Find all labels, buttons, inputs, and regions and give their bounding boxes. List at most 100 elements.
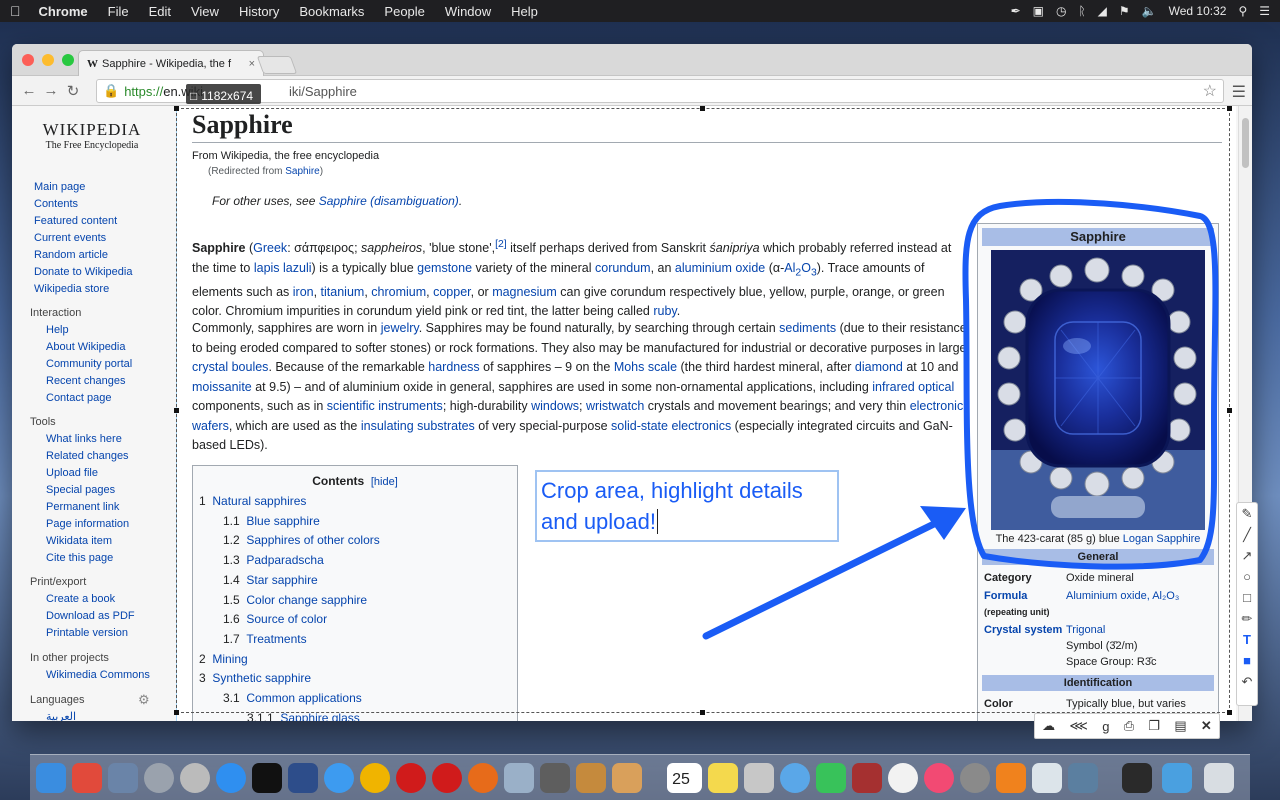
menu-bookmarks[interactable]: Bookmarks bbox=[299, 4, 364, 19]
link-al2o3[interactable]: Al2O3 bbox=[784, 261, 816, 279]
reload-icon[interactable]: ↻ bbox=[62, 82, 84, 100]
display-icon[interactable]: ▣ bbox=[1033, 4, 1044, 18]
link-aluminium-oxide[interactable]: aluminium oxide bbox=[675, 261, 765, 275]
crop-handle[interactable] bbox=[1227, 710, 1232, 715]
link-insulating[interactable]: insulating substrates bbox=[361, 419, 475, 433]
link-greek[interactable]: Greek bbox=[253, 241, 287, 255]
link-sediments[interactable]: sediments bbox=[779, 321, 836, 335]
sidebar-heading-other[interactable]: In other projects bbox=[30, 650, 150, 667]
link-chromium[interactable]: chromium bbox=[371, 285, 426, 299]
scrollbar-thumb[interactable] bbox=[1242, 118, 1249, 168]
menu-view[interactable]: View bbox=[191, 4, 219, 19]
dock-app-icon[interactable] bbox=[1032, 763, 1062, 793]
bookmark-star-icon[interactable]: ☆ bbox=[1203, 81, 1217, 101]
sidebar-item-featured[interactable]: Featured content bbox=[32, 213, 132, 230]
menu-app-name[interactable]: Chrome bbox=[39, 4, 88, 19]
link-infrared[interactable]: infrared optical bbox=[872, 380, 954, 394]
link-magnesium[interactable]: magnesium bbox=[492, 285, 557, 299]
sidebar-item-arabic[interactable]: العربية bbox=[32, 709, 84, 721]
redirect-link[interactable]: Saphire bbox=[285, 166, 319, 177]
sidebar-item-cite[interactable]: Cite this page bbox=[32, 550, 129, 567]
clock[interactable]: Wed 10:32 bbox=[1169, 4, 1227, 18]
toc-item-number[interactable]: 3.1.1 bbox=[247, 711, 274, 721]
annotation-text-box[interactable]: Crop area, highlight details and upload! bbox=[535, 470, 839, 542]
list-icon[interactable]: ☰ bbox=[1259, 4, 1270, 18]
minimize-window-icon[interactable] bbox=[42, 54, 54, 66]
color-swatch-icon[interactable]: ■ bbox=[1243, 650, 1251, 671]
rectangle-icon[interactable]: □ bbox=[1243, 587, 1251, 608]
sidebar-heading-print[interactable]: Print/export bbox=[30, 574, 135, 591]
ellipse-icon[interactable]: ○ bbox=[1243, 566, 1251, 587]
link-corundum[interactable]: corundum bbox=[595, 261, 651, 275]
wikipedia-logo[interactable]: WIKIPEDIA The Free Encyclopedia bbox=[22, 120, 162, 151]
toc-item-label[interactable]: Star sapphire bbox=[246, 573, 317, 587]
apple-menu-icon[interactable]:  bbox=[10, 3, 21, 19]
tab-sapphire[interactable]: W Sapphire - Wikipedia, the f × bbox=[78, 50, 264, 76]
ibooks-icon[interactable] bbox=[996, 763, 1026, 793]
toc-item-label[interactable]: Source of color bbox=[246, 612, 327, 626]
menu-window[interactable]: Window bbox=[445, 4, 491, 19]
toc-item[interactable]: 2 Mining bbox=[193, 650, 517, 670]
sidebar-item-current-events[interactable]: Current events bbox=[32, 230, 132, 247]
crop-handle[interactable] bbox=[174, 106, 179, 111]
dock-app-icon[interactable] bbox=[1122, 763, 1152, 793]
sidebar-item-printable[interactable]: Printable version bbox=[32, 625, 135, 642]
toc-item[interactable]: 1.1 Blue sapphire bbox=[193, 512, 517, 532]
system-preferences-icon[interactable] bbox=[960, 763, 990, 793]
photo-booth-icon[interactable] bbox=[852, 763, 882, 793]
sidebar-item-permanent[interactable]: Permanent link bbox=[32, 499, 129, 516]
link-copper[interactable]: copper bbox=[433, 285, 471, 299]
sidebar-heading-interaction[interactable]: Interaction bbox=[30, 305, 132, 322]
crystal-key[interactable]: Crystal system bbox=[984, 622, 1066, 670]
google-icon[interactable]: g bbox=[1102, 719, 1109, 734]
close-window-icon[interactable] bbox=[22, 54, 34, 66]
link-ruby[interactable]: ruby bbox=[653, 304, 676, 318]
new-tab-button[interactable] bbox=[256, 56, 298, 74]
citation-2[interactable]: [2] bbox=[495, 239, 507, 250]
crop-handle[interactable] bbox=[700, 710, 705, 715]
share-icon[interactable]: ⋘ bbox=[1069, 718, 1088, 734]
text-tool-icon[interactable]: T bbox=[1243, 629, 1251, 650]
toc-item-label[interactable]: Padparadscha bbox=[246, 553, 323, 567]
wifi-icon[interactable]: ◢ bbox=[1098, 4, 1107, 18]
dock-app-icon[interactable] bbox=[504, 763, 534, 793]
dock-app-icon[interactable] bbox=[108, 763, 138, 793]
link-lapis[interactable]: lapis lazuli bbox=[254, 261, 312, 275]
link-solid-state[interactable]: solid-state electronics bbox=[611, 419, 731, 433]
line-icon[interactable]: ╱ bbox=[1243, 524, 1251, 545]
link-iron[interactable]: iron bbox=[293, 285, 314, 299]
link-windows[interactable]: windows bbox=[531, 399, 579, 413]
formula-value[interactable]: Aluminium oxide, Al₂O₃ bbox=[1066, 588, 1212, 620]
toc-item-label[interactable]: Sapphires of other colors bbox=[246, 533, 379, 547]
arrow-tool-icon[interactable]: ↗ bbox=[1242, 545, 1253, 566]
sidebar-item-commons[interactable]: Wikimedia Commons bbox=[32, 667, 150, 684]
sidebar-item-main-page[interactable]: Main page bbox=[32, 179, 132, 196]
chrome-menu-icon[interactable]: ☰ bbox=[1232, 82, 1246, 102]
toc-item[interactable]: 1.3 Padparadscha bbox=[193, 551, 517, 571]
toc-item[interactable]: 3 Synthetic sapphire bbox=[193, 669, 517, 689]
toc-item[interactable]: 1.2 Sapphires of other colors bbox=[193, 531, 517, 551]
link-gemstone[interactable]: gemstone bbox=[417, 261, 472, 275]
toc-item-number[interactable]: 1.7 bbox=[223, 632, 240, 646]
link-scientific[interactable]: scientific instruments bbox=[327, 399, 443, 413]
opera-icon[interactable] bbox=[432, 763, 462, 793]
crop-handle[interactable] bbox=[700, 106, 705, 111]
toc-item[interactable]: 1.7 Treatments bbox=[193, 630, 517, 650]
toc-hide-link[interactable]: [hide] bbox=[371, 476, 398, 488]
toc-item-label[interactable]: Common applications bbox=[246, 691, 361, 705]
sidebar-item-donate[interactable]: Donate to Wikipedia bbox=[32, 264, 132, 281]
maximize-window-icon[interactable] bbox=[62, 54, 74, 66]
menu-people[interactable]: People bbox=[384, 4, 424, 19]
address-bar[interactable]: 🔒 https:// en.wiki iki/Sapphire ☆ bbox=[96, 79, 1224, 103]
notes-icon[interactable] bbox=[708, 763, 738, 793]
sidebar-item-page-info[interactable]: Page information bbox=[32, 516, 129, 533]
toc-item[interactable]: 1.4 Star sapphire bbox=[193, 571, 517, 591]
toc-item-label[interactable]: Synthetic sapphire bbox=[212, 671, 311, 685]
link-diamond[interactable]: diamond bbox=[855, 360, 903, 374]
toc-item-label[interactable]: Color change sapphire bbox=[246, 593, 367, 607]
toc-item[interactable]: 3.1 Common applications bbox=[193, 689, 517, 709]
crop-handle[interactable] bbox=[1227, 106, 1232, 111]
print-icon[interactable]: ⎙ bbox=[1124, 718, 1134, 734]
pencil-icon[interactable]: ✎ bbox=[1242, 503, 1253, 524]
sidebar-item-random[interactable]: Random article bbox=[32, 247, 132, 264]
